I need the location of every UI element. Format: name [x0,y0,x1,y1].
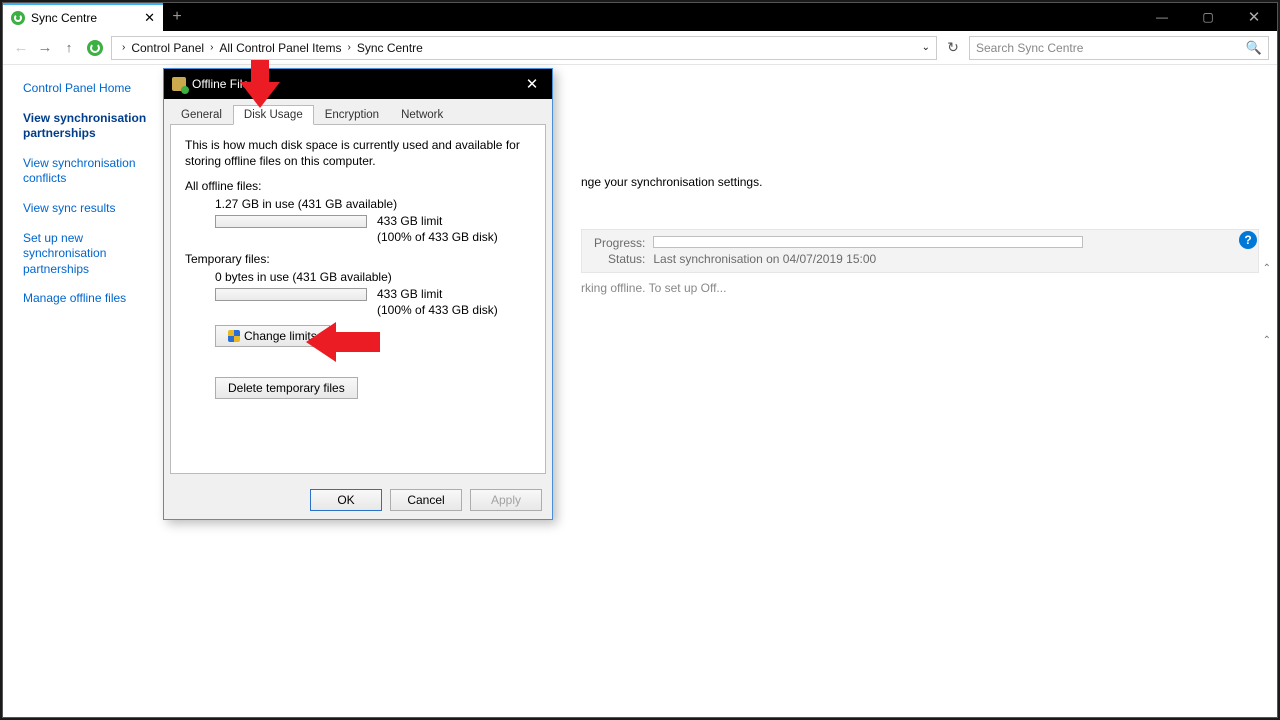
new-tab-button[interactable]: + [163,3,191,31]
status-label: Status: [594,252,645,266]
maximize-button[interactable]: ▢ [1185,3,1231,31]
sidebar-link-results[interactable]: View sync results [23,201,163,217]
all-offline-usage: 1.27 GB in use (431 GB available) [215,197,531,211]
browser-tab[interactable]: Sync Centre ✕ [3,3,163,31]
search-input[interactable]: Search Sync Centre 🔍 [969,36,1269,60]
nav-forward-button[interactable]: → [35,39,55,56]
sidebar: Control Panel Home View synchronisation … [3,65,173,717]
temp-files-label: Temporary files: [185,252,531,266]
sync-heading-fragment: nge your synchronisation settings. [581,175,1259,189]
sidebar-link-manage-offline[interactable]: Manage offline files [23,291,163,307]
sidebar-link-conflicts[interactable]: View synchronisation conflicts [23,156,163,187]
window-titlebar: Sync Centre ✕ + — ▢ ✕ [3,3,1277,31]
all-offline-label: All offline files: [185,179,531,193]
collapse-icon[interactable]: ⌃ [1263,335,1271,346]
dialog-tabs: General Disk Usage Encryption Network [164,99,552,125]
apply-button[interactable]: Apply [470,489,542,511]
help-icon[interactable]: ? [1239,231,1257,249]
breadcrumb-item[interactable]: Control Panel [131,41,204,55]
temp-files-percent: (100% of 433 GB disk) [377,303,531,317]
progress-bar [653,236,1083,248]
dialog-titlebar[interactable]: Offline Files ✕ [164,69,552,99]
progress-label: Progress: [594,236,645,250]
temp-files-usage: 0 bytes in use (431 GB available) [215,270,531,284]
sidebar-link-view-partnerships[interactable]: View synchronisation partnerships [23,111,163,142]
all-offline-limit: 433 GB limit [377,214,442,228]
breadcrumb-item[interactable]: Sync Centre [357,41,423,55]
tab-general[interactable]: General [170,105,233,125]
dialog-close-button[interactable]: ✕ [520,75,544,93]
sync-icon [11,11,25,25]
temp-files-bar [215,288,367,301]
window-close-button[interactable]: ✕ [1231,3,1277,31]
refresh-button[interactable]: ↻ [941,39,965,56]
cancel-button[interactable]: Cancel [390,489,462,511]
dialog-description: This is how much disk space is currently… [185,137,531,169]
nav-up-button[interactable]: ↑ [59,40,79,55]
annotation-arrow-left [306,322,380,362]
breadcrumb-bar[interactable]: › Control Panel › All Control Panel Item… [111,36,937,60]
temp-files-limit: 433 GB limit [377,287,442,301]
tab-title: Sync Centre [31,11,97,25]
status-value: Last synchronisation on 04/07/2019 15:00 [653,252,1246,266]
nav-back-button[interactable]: ← [11,39,31,56]
breadcrumb-item[interactable]: All Control Panel Items [219,41,341,55]
search-icon: 🔍 [1246,40,1262,56]
tab-encryption[interactable]: Encryption [314,105,390,125]
control-panel-home-link[interactable]: Control Panel Home [23,81,163,97]
breadcrumb-dropdown[interactable]: ⌄ [922,42,930,53]
uac-shield-icon [228,330,240,342]
offline-text-fragment: rking offline. To set up Off... [581,281,1259,295]
tab-close-button[interactable]: ✕ [144,10,155,26]
annotation-arrow-down [240,60,280,110]
minimize-button[interactable]: — [1139,3,1185,31]
all-offline-bar [215,215,367,228]
offline-files-dialog: Offline Files ✕ General Disk Usage Encry… [163,68,553,520]
sync-icon [87,40,103,56]
collapse-icon[interactable]: ⌃ [1263,263,1271,274]
sidebar-link-setup[interactable]: Set up new synchronisation partnerships [23,231,163,278]
delete-temp-button[interactable]: Delete temporary files [215,377,358,399]
navigation-toolbar: ← → ↑ › Control Panel › All Control Pane… [3,31,1277,65]
ok-button[interactable]: OK [310,489,382,511]
search-placeholder: Search Sync Centre [976,41,1083,55]
all-offline-percent: (100% of 433 GB disk) [377,230,531,244]
tab-network[interactable]: Network [390,105,454,125]
offline-files-icon [172,77,186,91]
